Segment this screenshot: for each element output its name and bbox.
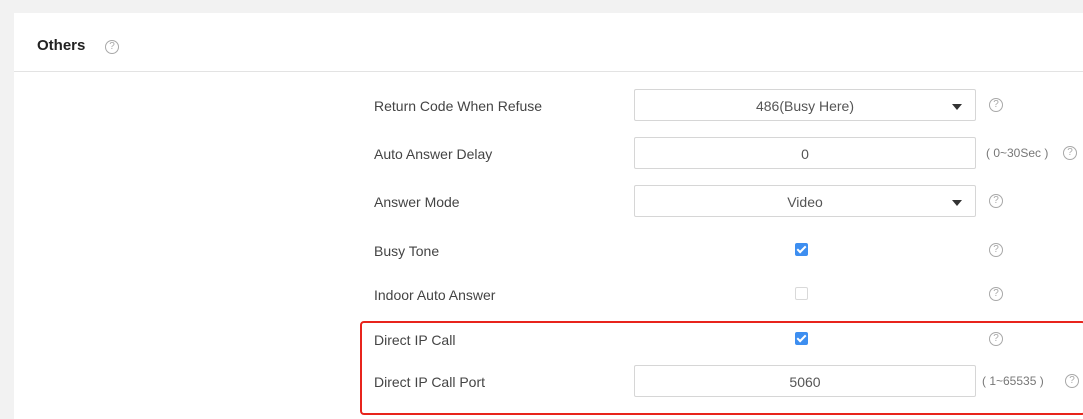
auto-answer-delay-input[interactable]: 0: [634, 137, 976, 169]
section-help-icon[interactable]: ?: [105, 40, 119, 54]
busy-tone-checkbox[interactable]: [795, 243, 808, 256]
direct-ip-call-help-icon[interactable]: ?: [989, 332, 1003, 346]
chevron-down-icon: [952, 200, 962, 206]
section-title: Others: [37, 37, 86, 54]
direct-ip-call-port-value: 5060: [789, 374, 821, 390]
row-answer-mode: Answer Mode Video ?: [14, 185, 1083, 219]
indoor-auto-answer-checkbox[interactable]: [795, 287, 808, 300]
row-return-code: Return Code When Refuse 486(Busy Here) ?: [14, 89, 1083, 123]
auto-answer-delay-range: ( 0~30Sec ): [986, 146, 1049, 160]
auto-answer-delay-value: 0: [801, 146, 809, 162]
answer-mode-help-icon[interactable]: ?: [989, 194, 1003, 208]
answer-mode-value: Video: [787, 194, 823, 210]
busy-tone-label: Busy Tone: [374, 243, 440, 259]
direct-ip-call-port-range: ( 1~65535 ): [982, 374, 1044, 388]
direct-ip-call-port-input[interactable]: 5060: [634, 365, 976, 397]
return-code-label: Return Code When Refuse: [374, 98, 543, 114]
auto-answer-delay-help-icon[interactable]: ?: [1063, 146, 1077, 160]
direct-ip-call-port-help-icon[interactable]: ?: [1065, 374, 1079, 388]
busy-tone-help-icon[interactable]: ?: [989, 243, 1003, 257]
return-code-value: 486(Busy Here): [755, 98, 855, 114]
return-code-select[interactable]: 486(Busy Here): [634, 89, 976, 121]
settings-card: Others ? Return Code When Refuse 486(Bus…: [14, 13, 1083, 419]
section-header: Others ?: [14, 13, 1083, 72]
answer-mode-label: Answer Mode: [374, 194, 460, 210]
auto-answer-delay-label: Auto Answer Delay: [374, 146, 493, 162]
chevron-down-icon: [952, 104, 962, 110]
row-indoor-auto-answer: Indoor Auto Answer ?: [14, 278, 1083, 312]
row-direct-ip-call: Direct IP Call ?: [14, 323, 1083, 357]
direct-ip-call-port-label: Direct IP Call Port: [374, 374, 485, 390]
indoor-auto-answer-help-icon[interactable]: ?: [989, 287, 1003, 301]
answer-mode-select[interactable]: Video: [634, 185, 976, 217]
indoor-auto-answer-label: Indoor Auto Answer: [374, 287, 496, 303]
row-busy-tone: Busy Tone ?: [14, 234, 1083, 268]
return-code-help-icon[interactable]: ?: [989, 98, 1003, 112]
row-auto-answer-delay: Auto Answer Delay 0 ( 0~30Sec ) ?: [14, 137, 1083, 171]
row-direct-ip-call-port: Direct IP Call Port 5060 ( 1~65535 ) ?: [14, 365, 1083, 399]
direct-ip-call-checkbox[interactable]: [795, 332, 808, 345]
direct-ip-call-label: Direct IP Call: [374, 332, 456, 348]
